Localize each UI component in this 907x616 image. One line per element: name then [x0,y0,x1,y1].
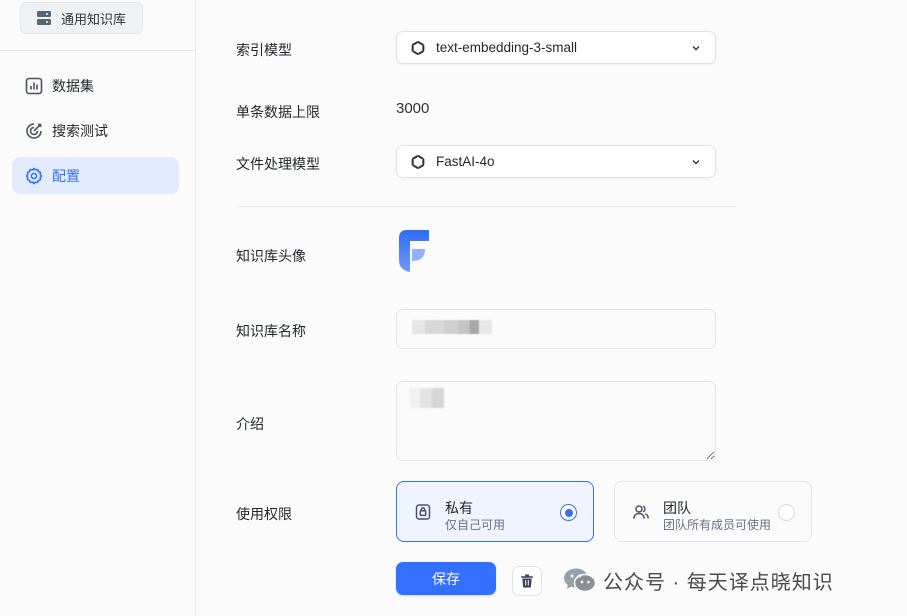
permission-label: 使用权限 [236,506,292,522]
wechat-icon [564,568,597,593]
kb-avatar-logo[interactable] [399,230,431,272]
save-button[interactable]: 保存 [396,562,496,595]
target-icon [26,122,42,139]
intro-label: 介绍 [236,416,264,432]
openai-icon [411,40,425,55]
permission-team-desc: 团队所有成员可使用 [663,518,772,532]
lock-icon [415,504,431,520]
openai-icon [411,154,425,169]
avatar-label: 知识库头像 [236,248,306,264]
permission-team-option[interactable]: 团队 团队所有成员可使用 [614,481,812,542]
trash-icon [521,574,533,588]
permission-private-desc: 仅自己可用 [445,518,506,532]
max-data-label: 单条数据上限 [236,104,320,120]
private-radio[interactable] [560,504,577,521]
delete-button[interactable] [512,566,542,596]
sidebar-item-config[interactable]: 配置 [12,157,179,194]
file-model-select[interactable]: FastAI-4o [396,145,716,178]
file-model-label: 文件处理模型 [236,156,320,172]
database-icon [37,11,51,25]
gear-icon [25,166,43,185]
sidebar-divider [0,50,196,51]
redacted-intro [410,388,444,408]
sidebar-item-dataset[interactable]: 数据集 [12,67,179,104]
chevron-down-icon [692,160,700,165]
sidebar-item-label: 搜索测试 [52,122,108,139]
section-divider [236,206,736,207]
team-icon [633,505,649,519]
index-model-select[interactable]: text-embedding-3-small [396,31,716,64]
sidebar: 通用知识库 数据集 搜索测试 配置 [0,0,196,616]
permission-team-title: 团队 [663,500,691,516]
file-model-value: FastAI-4o [436,154,495,169]
index-model-label: 索引模型 [236,42,292,58]
watermark-text: 公众号 · 每天译点晓知识 [603,571,834,594]
kb-switcher[interactable]: 通用知识库 [20,2,143,34]
chevron-down-icon [692,46,700,51]
name-label: 知识库名称 [236,323,306,339]
permission-private-title: 私有 [445,500,473,516]
intro-textarea[interactable] [396,381,716,461]
bar-chart-icon [25,77,43,94]
max-data-value: 3000 [396,100,430,117]
team-radio[interactable] [778,504,795,521]
sidebar-item-search-test[interactable]: 搜索测试 [12,112,179,149]
wechat-watermark: 公众号 · 每天译点晓知识 [563,566,834,594]
redacted-name [412,320,492,334]
sidebar-item-label: 配置 [52,167,80,184]
index-model-value: text-embedding-3-small [436,40,578,55]
kb-name: 通用知识库 [61,11,127,27]
permission-private-option[interactable]: 私有 仅自己可用 [396,481,594,542]
sidebar-item-label: 数据集 [52,77,94,94]
